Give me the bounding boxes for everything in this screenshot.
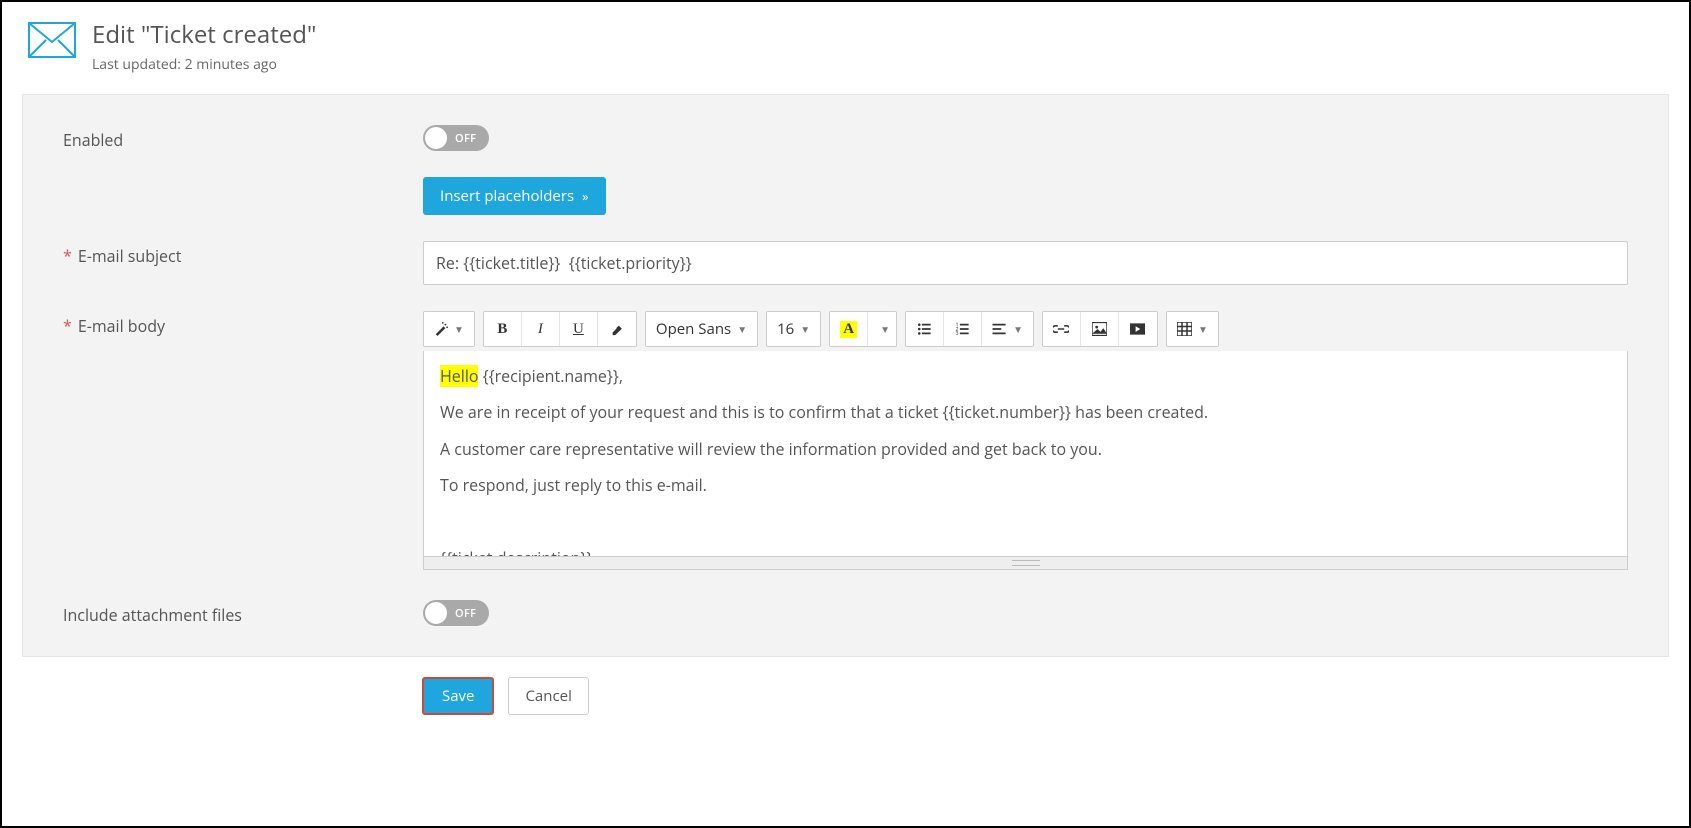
- row-insert-placeholders: Insert placeholders »: [63, 177, 1628, 215]
- toggle-knob: [425, 127, 447, 149]
- caret-icon: ▼: [880, 322, 890, 336]
- save-button[interactable]: Save: [422, 677, 494, 715]
- table-icon: [1177, 322, 1192, 336]
- editor-resize-handle[interactable]: [423, 557, 1628, 570]
- toolbar-group-font: Open Sans ▼: [645, 311, 758, 347]
- font-size-value: 16: [777, 319, 794, 339]
- body-paragraph: Hello {{recipient.name}},: [440, 365, 1611, 387]
- toolbar-group-style: B I U: [483, 311, 637, 347]
- row-enabled: Enabled OFF: [63, 125, 1628, 151]
- row-body: *E-mail body ▼ B I: [63, 311, 1628, 570]
- list-ol-icon: 123: [955, 322, 970, 336]
- attachments-toggle[interactable]: OFF: [423, 600, 489, 626]
- required-marker: *: [63, 315, 72, 337]
- bold-button[interactable]: B: [484, 312, 522, 346]
- underline-button[interactable]: U: [560, 312, 598, 346]
- caret-icon: ▼: [800, 322, 810, 336]
- svg-text:3: 3: [956, 329, 959, 336]
- resize-grip-icon: [1012, 560, 1040, 566]
- link-button[interactable]: [1043, 312, 1081, 346]
- chevron-right-icon: »: [582, 187, 588, 205]
- attachments-label: Include attachment files: [63, 600, 423, 626]
- form-panel: Enabled OFF Insert placeholders » *E-mai…: [22, 94, 1669, 657]
- insert-placeholders-label: Insert placeholders: [440, 186, 574, 206]
- font-color-icon: A: [840, 321, 857, 338]
- body-paragraph: To respond, just reply to this e-mail.: [440, 474, 1611, 496]
- row-attachments: Include attachment files OFF: [63, 600, 1628, 626]
- enabled-toggle[interactable]: OFF: [423, 125, 489, 151]
- toggle-knob: [425, 602, 447, 624]
- subject-label: *E-mail subject: [63, 241, 423, 267]
- body-label: *E-mail body: [63, 311, 423, 337]
- toolbar-group-color: A ▼: [829, 311, 897, 347]
- cancel-button[interactable]: Cancel: [508, 677, 588, 715]
- magic-wand-icon: [434, 322, 448, 336]
- subject-input[interactable]: [423, 241, 1628, 285]
- body-paragraph: A customer care representative will revi…: [440, 438, 1611, 460]
- enabled-label: Enabled: [63, 125, 423, 151]
- font-color-button[interactable]: A: [830, 312, 868, 346]
- toolbar-group-paragraph: 123 ▼: [905, 311, 1034, 347]
- page-container: Edit "Ticket created" Last updated: 2 mi…: [0, 0, 1691, 828]
- unordered-list-button[interactable]: [906, 312, 944, 346]
- video-button[interactable]: [1119, 312, 1157, 346]
- editor-area: Hello {{recipient.name}}, We are in rece…: [423, 351, 1628, 557]
- toolbar-group-insert: [1042, 311, 1158, 347]
- align-button[interactable]: ▼: [982, 312, 1033, 346]
- link-icon: [1053, 322, 1069, 336]
- clear-format-button[interactable]: [598, 312, 636, 346]
- image-button[interactable]: [1081, 312, 1119, 346]
- ordered-list-button[interactable]: 123: [944, 312, 982, 346]
- list-ul-icon: [917, 322, 932, 336]
- envelope-icon: [28, 22, 76, 58]
- caret-icon: ▼: [737, 322, 747, 336]
- insert-placeholders-button[interactable]: Insert placeholders »: [423, 177, 606, 215]
- enabled-toggle-text: OFF: [455, 131, 476, 146]
- caret-icon: ▼: [1198, 322, 1208, 336]
- editor-content[interactable]: Hello {{recipient.name}}, We are in rece…: [424, 351, 1627, 556]
- body-paragraph: [440, 511, 1611, 533]
- highlighted-text: Hello: [440, 365, 478, 387]
- form-actions: Save Cancel: [422, 677, 1669, 715]
- video-icon: [1130, 323, 1145, 335]
- body-paragraph: {{ticket.description}}: [440, 547, 1611, 556]
- font-size-select[interactable]: 16 ▼: [767, 312, 820, 346]
- rich-text-editor: ▼ B I U: [423, 311, 1628, 570]
- editor-toolbar: ▼ B I U: [423, 311, 1628, 347]
- toolbar-group-magic: ▼: [423, 311, 475, 347]
- eraser-icon: [610, 322, 624, 336]
- italic-button[interactable]: I: [522, 312, 560, 346]
- page-subtitle: Last updated: 2 minutes ago: [92, 55, 316, 74]
- toolbar-group-size: 16 ▼: [766, 311, 821, 347]
- table-button[interactable]: ▼: [1167, 312, 1218, 346]
- image-icon: [1092, 322, 1107, 336]
- toolbar-group-table: ▼: [1166, 311, 1219, 347]
- required-marker: *: [63, 245, 72, 267]
- attachments-toggle-text: OFF: [455, 606, 476, 621]
- page-title: Edit "Ticket created": [92, 18, 316, 51]
- page-header: Edit "Ticket created" Last updated: 2 mi…: [28, 18, 1669, 74]
- align-icon: [992, 322, 1007, 336]
- font-name-select[interactable]: Open Sans ▼: [646, 312, 757, 346]
- row-subject: *E-mail subject: [63, 241, 1628, 285]
- magic-button[interactable]: ▼: [424, 312, 474, 346]
- font-color-more-button[interactable]: ▼: [868, 312, 896, 346]
- body-paragraph: We are in receipt of your request and th…: [440, 401, 1611, 423]
- caret-icon: ▼: [454, 322, 464, 336]
- font-name-value: Open Sans: [656, 319, 731, 339]
- caret-icon: ▼: [1013, 322, 1023, 336]
